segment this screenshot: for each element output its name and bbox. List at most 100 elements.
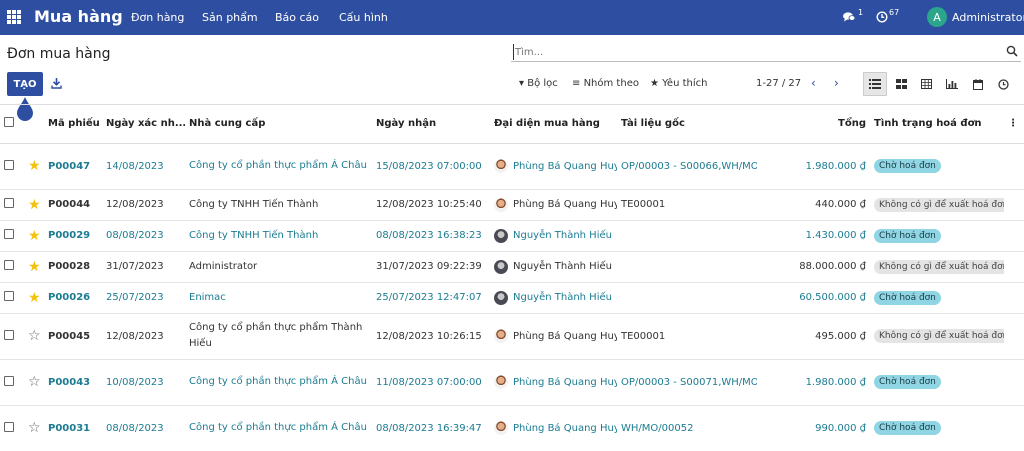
select-all-header[interactable] xyxy=(0,105,24,144)
optional-columns-toggle[interactable]: ⋮ xyxy=(1004,105,1024,144)
column-header[interactable]: Tổng xyxy=(757,105,870,144)
receipt-date: 15/08/2023 07:00:00 xyxy=(372,143,490,190)
priority-star-icon[interactable]: ☆ xyxy=(28,420,41,436)
vendor-name: Công ty cổ phần thực phẩm Á Châu xyxy=(185,359,372,406)
messages-count: 1 xyxy=(858,8,864,17)
table-row[interactable]: ☆ P00045 12/08/2023 Công ty cổ phần thực ph… xyxy=(0,313,1024,360)
table-row[interactable]: ★ P00044 12/08/2023 Công ty TNHH Tiến Thành… xyxy=(0,189,1024,221)
order-total: 495.000 ₫ xyxy=(757,313,870,360)
confirmation-date: 08/08/2023 xyxy=(102,220,185,252)
purchase-rep-avatar xyxy=(494,159,508,173)
order-total: 1.980.000 ₫ xyxy=(757,143,870,190)
column-header[interactable]: Nhà cung cấp xyxy=(185,105,372,144)
row-checkbox[interactable] xyxy=(4,291,14,301)
row-checkbox[interactable] xyxy=(4,421,14,432)
activities-count: 67 xyxy=(889,8,900,17)
row-checkbox[interactable] xyxy=(4,375,14,386)
select-all-checkbox[interactable] xyxy=(4,117,14,128)
priority-star-icon[interactable]: ★ xyxy=(28,158,41,174)
pager-value[interactable]: 1-27 / 27 xyxy=(756,78,801,89)
billing-status-badge: Chờ hoá đơn xyxy=(874,421,941,435)
vendor-name: Administrator xyxy=(185,251,372,283)
group-by-label: Nhóm theo xyxy=(583,78,639,89)
row-checkbox[interactable] xyxy=(4,329,14,340)
column-header[interactable]: Ngày nhận xyxy=(372,105,490,144)
column-header[interactable]: Ngày xác nh... xyxy=(102,105,185,144)
calendar-view-button[interactable] xyxy=(966,72,990,96)
menu-orders[interactable]: Đơn hàng xyxy=(131,11,184,24)
table-header-row: Mã phiếu Ngày xác nh... Nhà cung cấp Ngà… xyxy=(0,105,1024,144)
search-input[interactable] xyxy=(513,44,993,60)
kanban-view-button[interactable] xyxy=(889,72,913,96)
row-checkbox[interactable] xyxy=(4,260,14,270)
order-total: 1.430.000 ₫ xyxy=(757,220,870,252)
favorites-button[interactable]: ★ Yêu thích xyxy=(650,78,707,89)
vendor-name: Công ty cổ phần thực phẩm Á Châu xyxy=(185,405,372,451)
search-icon[interactable] xyxy=(1006,45,1018,57)
table-row[interactable]: ★ P00026 25/07/2023 Enimac 25/07/2023 12:47:… xyxy=(0,282,1024,314)
column-header[interactable]: Tài liệu gốc xyxy=(617,105,757,144)
download-icon[interactable] xyxy=(51,77,62,89)
vertical-dots-icon: ⋮ xyxy=(1008,118,1018,130)
table-row[interactable]: ★ P00029 08/08/2023 Công ty TNHH Tiến Thành… xyxy=(0,220,1024,252)
pager-previous-icon[interactable]: ‹ xyxy=(811,76,821,90)
receipt-date: 08/08/2023 16:38:23 xyxy=(372,220,490,252)
table-row[interactable]: ☆ P00043 10/08/2023 Công ty cổ phần thực ph… xyxy=(0,359,1024,406)
vendor-name: Enimac xyxy=(185,282,372,314)
column-header[interactable]: Tình trạng hoá đơn xyxy=(870,105,1004,144)
priority-star-icon[interactable]: ☆ xyxy=(28,328,41,344)
chat-icon[interactable] xyxy=(843,12,855,22)
purchase-rep-avatar xyxy=(494,197,508,212)
list-view-button[interactable] xyxy=(863,72,887,96)
filters-button[interactable]: ▾ Bộ lọc xyxy=(519,78,558,89)
pivot-view-button[interactable] xyxy=(914,72,938,96)
row-checkbox[interactable] xyxy=(4,198,14,208)
order-total: 440.000 ₫ xyxy=(757,189,870,221)
group-by-button[interactable]: ≡ Nhóm theo xyxy=(572,78,639,89)
priority-star-icon[interactable]: ★ xyxy=(28,228,41,244)
purchase-rep-name: Nguyễn Thành Hiếu xyxy=(513,261,612,272)
receipt-date: 31/07/2023 09:22:39 xyxy=(372,251,490,283)
priority-star-icon[interactable]: ★ xyxy=(28,290,41,306)
source-document: TE00001 xyxy=(617,189,757,221)
column-header[interactable]: Mã phiếu xyxy=(44,105,102,144)
row-checkbox[interactable] xyxy=(4,229,14,239)
order-reference: P00047 xyxy=(44,143,102,190)
table-row[interactable]: ☆ P00031 08/08/2023 Công ty cổ phần thực ph… xyxy=(0,405,1024,451)
purchase-rep-avatar xyxy=(494,259,508,274)
priority-star-icon[interactable]: ☆ xyxy=(28,374,41,390)
pager-next-icon[interactable]: › xyxy=(834,76,844,90)
purchase-rep-name: Phùng Bá Quang Huy xyxy=(513,422,617,434)
source-document xyxy=(617,282,757,314)
order-reference: P00029 xyxy=(44,220,102,252)
activity-clock-icon[interactable] xyxy=(876,11,888,23)
table-row[interactable]: ★ P00047 14/08/2023 Công ty cổ phần thực ph… xyxy=(0,143,1024,190)
graph-view-button[interactable] xyxy=(940,72,964,96)
user-name[interactable]: Administrator xyxy=(952,11,1024,24)
create-button[interactable]: TẠO xyxy=(7,72,43,96)
menu-reports[interactable]: Báo cáo xyxy=(275,11,319,24)
purchase-orders-table: Mã phiếu Ngày xác nh... Nhà cung cấp Ngà… xyxy=(0,104,1024,451)
column-header[interactable]: Đại diện mua hàng xyxy=(490,105,617,144)
purchase-rep-name: Phùng Bá Quang Huy xyxy=(513,160,617,172)
billing-status-badge: Chờ hoá đơn xyxy=(874,290,941,305)
purchase-rep-name: Nguyễn Thành Hiếu xyxy=(513,230,612,241)
list-icon xyxy=(869,79,881,89)
table-row[interactable]: ★ P00028 31/07/2023 Administrator 31/07/2023… xyxy=(0,251,1024,283)
receipt-date: 08/08/2023 16:39:47 xyxy=(372,405,490,451)
menu-configuration[interactable]: Cấu hình xyxy=(339,11,388,24)
order-reference: P00031 xyxy=(44,405,102,451)
activity-view-button[interactable] xyxy=(991,72,1015,96)
menu-products[interactable]: Sản phẩm xyxy=(202,11,258,24)
purchase-rep-avatar xyxy=(494,228,508,243)
user-avatar[interactable]: A xyxy=(927,7,947,27)
apps-menu-icon[interactable] xyxy=(7,10,21,24)
priority-star-icon[interactable]: ★ xyxy=(28,259,41,275)
receipt-date: 12/08/2023 10:25:40 xyxy=(372,189,490,221)
app-title[interactable]: Mua hàng xyxy=(34,7,123,26)
priority-star-icon[interactable]: ★ xyxy=(28,197,41,213)
row-checkbox[interactable] xyxy=(4,159,14,170)
receipt-date: 12/08/2023 10:26:15 xyxy=(372,313,490,360)
pivot-icon xyxy=(920,79,932,89)
order-reference: P00045 xyxy=(44,313,102,360)
